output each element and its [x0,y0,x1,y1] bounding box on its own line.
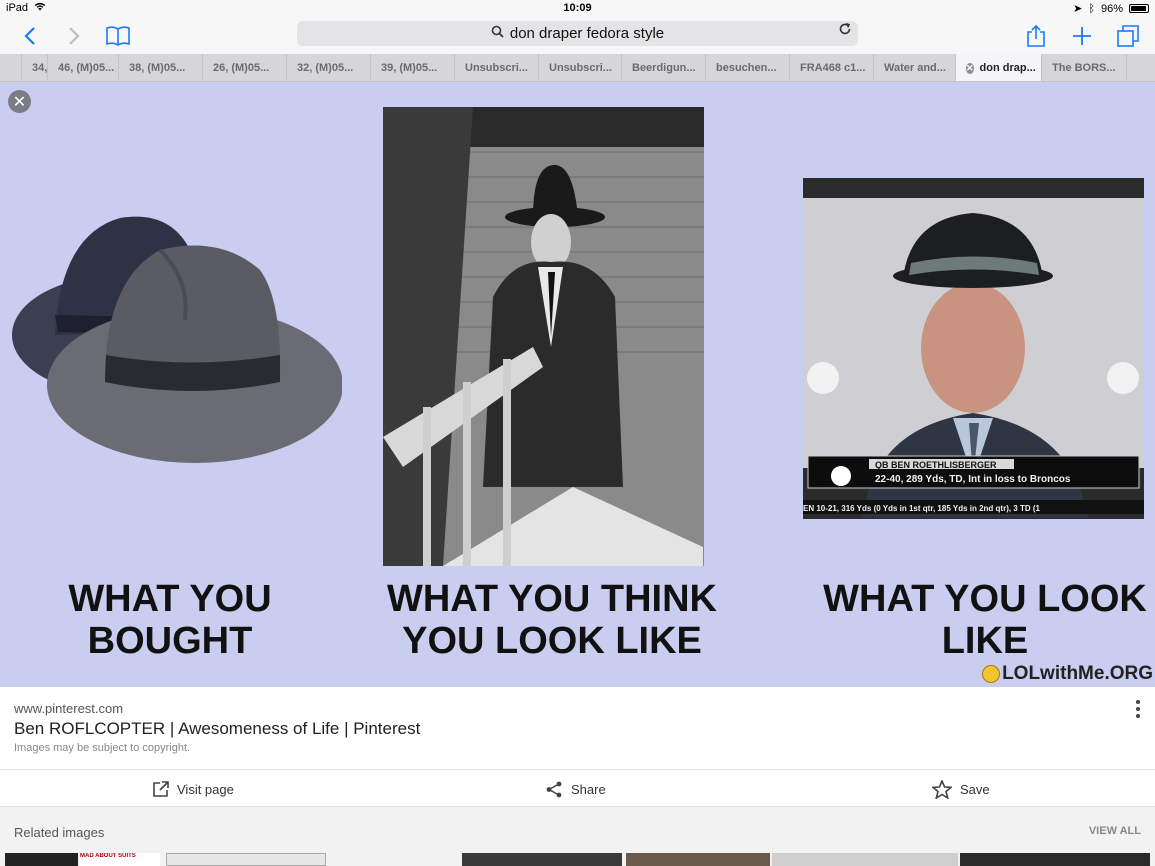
browser-tab[interactable]: 39, (M)05... [371,54,455,81]
fedora-hats-image [12,216,342,463]
action-row: Visit page Share Save [0,769,1155,807]
related-thumb[interactable]: MAD ABOUT SUITS [80,853,160,866]
tab-label: FRA468 c1... [800,62,866,74]
tv-screenshot: QB BEN ROETHLISBERGER 22-40, 289 Yds, TD… [803,178,1144,519]
reload-button[interactable] [838,22,852,41]
tab-label: 46, (M)05... [58,62,115,74]
location-icon: ➤ [1073,3,1083,15]
chevron-left-icon [24,27,35,45]
close-icon: ✕ [12,93,27,111]
external-link-icon [153,780,169,797]
visit-page-label: Visit page [177,781,234,797]
tab-label: Unsubscri... [465,62,528,74]
save-label: Save [960,781,990,797]
lolwithme-watermark: LOLwithMe.ORG [982,663,1153,685]
star-icon [932,779,952,799]
tab-label: 39, (M)05... [381,62,438,74]
caption-look: WHAT YOU LOOK LIKE [823,578,1147,662]
tabs-icon [1117,25,1139,47]
book-icon [106,26,130,46]
new-tab-button[interactable] [1066,20,1098,52]
caption-think: WHAT YOU THINK YOU LOOK LIKE [386,578,717,662]
share-toolbar-button[interactable] [1020,20,1052,52]
bluetooth-icon: ᛒ [1088,2,1095,15]
bogart-photo [383,107,704,566]
share-icon [1027,24,1045,47]
tab-label: The BORS... [1052,62,1116,74]
result-title[interactable]: Ben ROFLCOPTER | Awesomeness of Life | P… [14,719,420,739]
close-viewer-button[interactable]: ✕ [8,90,31,113]
share-label: Share [571,781,606,797]
related-thumb-text: MAD ABOUT SUITS [80,853,136,859]
visit-page-button[interactable]: Visit page [152,770,234,808]
caption-bought: WHAT YOU BOUGHT [68,578,272,662]
related-thumb[interactable] [626,853,770,866]
tab-strip: 34, 46, (M)05... 38, (M)05... 26, (M)05... 3… [0,54,1155,82]
tab-label: 38, (M)05... [129,62,186,74]
related-thumb[interactable] [772,853,958,866]
browser-toolbar: don draper fedora style [0,18,1155,54]
image-viewer: ✕ QB BEN ROETHLISBERGER 22-40, 289 Yds, … [0,82,1155,687]
browser-tab[interactable]: Unsubscri... [539,54,622,81]
address-bar[interactable]: don draper fedora style [297,21,858,46]
browser-tab[interactable] [0,54,22,81]
watermark-text: LOLwithMe.ORG [1002,663,1153,684]
browser-tab[interactable]: 34, [22,54,48,81]
tab-label: besuchen... [716,62,777,74]
tab-label: Unsubscri... [549,62,612,74]
tv-stats-text: 22-40, 289 Yds, TD, Int in loss to Bronc… [875,474,1071,485]
tabs-overview-button[interactable] [1112,20,1144,52]
tv-ticker-text: EN 10-21, 316 Yds (0 Yds in 1st qtr, 185… [803,504,1041,513]
share-button[interactable]: Share [546,770,606,808]
more-options-button[interactable] [1135,699,1141,719]
related-images-label: Related images [14,825,105,840]
search-query: don draper fedora style [509,25,665,42]
browser-tab[interactable]: FRA468 c1... [790,54,874,81]
battery-icon [1129,4,1149,13]
browser-tab[interactable]: Unsubscri... [455,54,539,81]
view-all-button[interactable]: VIEW ALL [1089,825,1141,837]
clock: 10:09 [563,2,592,14]
browser-tab[interactable]: 46, (M)05... [48,54,119,81]
status-bar: iPad 10:09 ➤ ᛒ 96% [0,0,1155,18]
related-thumb[interactable] [462,853,622,866]
vertical-dots-icon [1136,700,1140,718]
tab-label: don drap... [979,62,1036,74]
browser-tab[interactable]: The BORS... [1042,54,1127,81]
reload-icon [839,22,851,35]
related-thumb[interactable] [166,853,326,866]
related-images: Related images VIEW ALL MAD ABOUT SUITS [0,807,1155,866]
copyright-note: Images may be subject to copyright. [14,742,191,754]
browser-tab[interactable]: 38, (M)05... [119,54,203,81]
tab-label: Beerdigun... [632,62,696,74]
browser-tab[interactable]: Water and... [874,54,956,81]
browser-tab[interactable]: besuchen... [706,54,790,81]
tab-label: Water and... [884,62,946,74]
battery-percent: 96% [1100,2,1123,15]
share-nodes-icon [546,781,562,797]
related-thumb[interactable] [5,853,78,866]
browser-tab[interactable]: 26, (M)05... [203,54,287,81]
chevron-right-icon [69,27,80,45]
related-thumb[interactable] [960,853,1150,866]
tab-label: 26, (M)05... [213,62,270,74]
forward-button[interactable] [58,20,90,52]
result-site[interactable]: www.pinterest.com [14,701,123,716]
tab-label: 34, [32,62,48,74]
tab-label: 32, (M)05... [297,62,354,74]
back-button[interactable] [14,20,46,52]
search-icon [491,25,504,42]
result-info: www.pinterest.com Ben ROFLCOPTER | Aweso… [0,687,1155,769]
bookmarks-button[interactable] [102,20,134,52]
plus-icon [1073,27,1091,45]
browser-tab[interactable]: 32, (M)05... [287,54,371,81]
laughing-face-icon [982,665,1001,683]
browser-tab[interactable]: Beerdigun... [622,54,706,81]
tv-name-text: QB BEN ROETHLISBERGER [875,460,997,470]
browser-tab[interactable]: ✕ don drap... [956,54,1042,81]
close-tab-icon[interactable]: ✕ [966,62,974,74]
save-button[interactable]: Save [932,770,990,808]
